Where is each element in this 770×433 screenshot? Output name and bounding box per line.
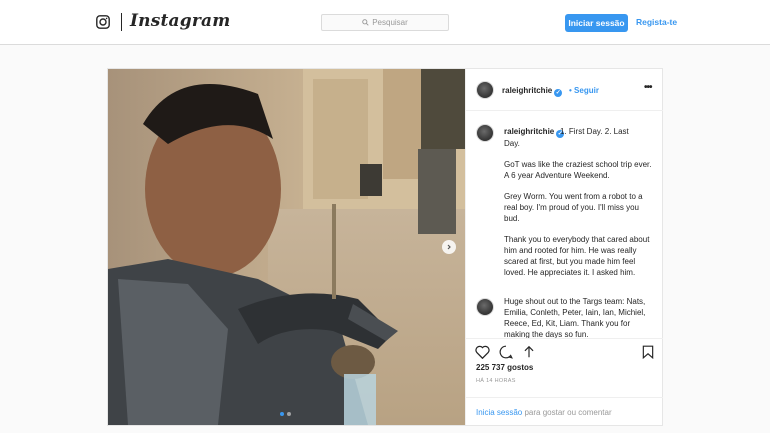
instagram-wordmark[interactable]: Instagram [130,11,230,31]
like-count[interactable]: 225 737 gostos [476,363,533,372]
comment-icon[interactable] [499,345,513,359]
top-nav: Instagram Pesquisar Iniciar sessão Regis… [0,0,770,45]
caption-paragraph: Day. [504,139,520,148]
caption-text: Day. GoT was like the craziest school tr… [504,138,654,288]
photo-scene-image [108,69,465,425]
login-button[interactable]: Iniciar sessão [565,14,628,32]
login-link[interactable]: Inicia sessão [476,408,522,417]
post-username-text: raleighritchie [502,86,553,95]
follow-label: Seguir [574,86,599,95]
login-prompt: Inicia sessão para gostar ou comentar [466,397,663,425]
carousel-dot [287,412,291,416]
more-options-button[interactable]: ••• [644,82,652,93]
carousel-indicators [280,412,291,416]
search-icon [362,19,369,26]
carousel-dot-active [280,412,284,416]
search-placeholder: Pesquisar [372,18,408,27]
avatar[interactable] [476,81,494,99]
bookmark-icon[interactable] [642,345,654,359]
follow-button[interactable]: • Seguir [569,86,599,95]
logo-divider [121,13,122,31]
caption-avatar[interactable] [476,124,494,142]
caption-paragraph: Grey Worm. You went from a robot to a re… [504,192,643,223]
post-actions [466,338,663,359]
share-icon[interactable] [522,345,536,359]
follow-separator: • [569,86,572,95]
caption-paragraph: Thank you to everybody that cared about … [504,235,650,277]
caption-paragraph: GoT was like the craziest school trip ev… [504,160,652,180]
comment-text: Huge shout out to the Targs team: Nats, … [504,297,646,338]
caption-username[interactable]: raleighritchie ✓ [504,127,565,138]
heart-icon[interactable] [475,345,490,359]
signup-link[interactable]: Regista-te [636,17,677,27]
post-username[interactable]: raleighritchie ✓ [502,86,563,97]
verified-badge-icon: ✓ [554,89,563,97]
caption-username-text: raleighritchie [504,127,555,136]
login-prompt-text: para gostar ou comentar [522,408,612,417]
post-sidebar: raleighritchie ✓ • Seguir ••• raleighritc… [465,69,663,425]
search-input[interactable]: Pesquisar [321,14,449,31]
comment-avatar[interactable] [476,298,494,316]
post-header: raleighritchie ✓ • Seguir ••• [466,69,663,111]
chevron-right-icon [447,244,451,250]
post-timestamp[interactable]: HÁ 14 HORAS [476,378,516,384]
instagram-camera-icon[interactable] [96,15,110,29]
caption-first-line: 1. First Day. 2. Last [560,127,629,136]
carousel-next-button[interactable] [442,240,456,254]
post-photo[interactable] [108,69,465,425]
post-card: raleighritchie ✓ • Seguir ••• raleighritc… [107,68,663,426]
comments-list[interactable]: raleighritchie ✓ 1. First Day. 2. Last Da… [466,112,663,338]
